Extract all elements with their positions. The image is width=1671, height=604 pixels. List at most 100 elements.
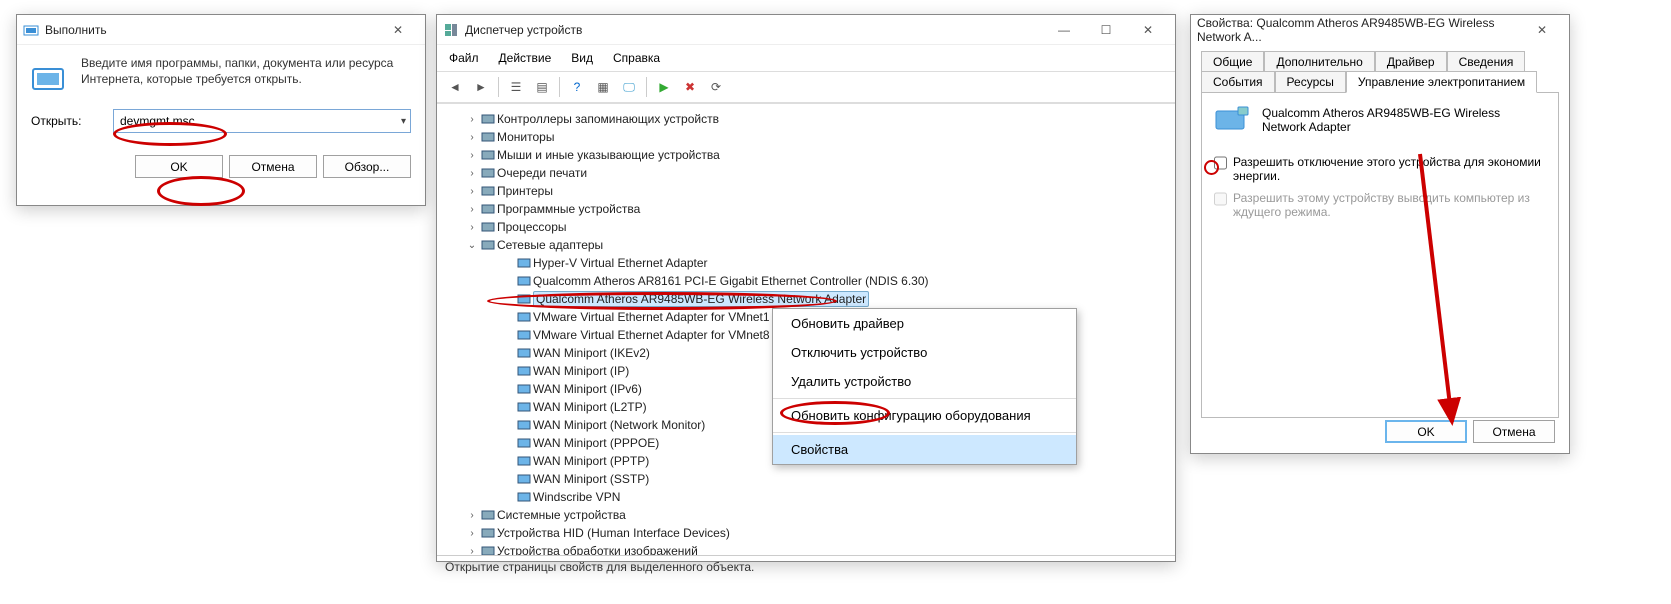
tree-twist-icon[interactable]: › xyxy=(465,222,479,233)
tree-twist-icon[interactable]: ⌄ xyxy=(465,240,479,251)
tree-label: WAN Miniport (IPv6) xyxy=(533,382,642,396)
menu-view[interactable]: Вид xyxy=(567,49,597,67)
tab-resources[interactable]: Ресурсы xyxy=(1275,71,1346,93)
tree-label: VMware Virtual Ethernet Adapter for VMne… xyxy=(533,310,770,324)
enable-icon[interactable]: ▶ xyxy=(652,76,676,98)
ok-button[interactable]: OK xyxy=(135,155,223,178)
tree-label: Устройства обработки изображений xyxy=(497,544,698,555)
tab-details[interactable]: Сведения xyxy=(1447,51,1526,72)
tree-node[interactable]: Qualcomm Atheros AR8161 PCI-E Gigabit Et… xyxy=(443,272,1175,290)
run-dialog: Выполнить ✕ Введите имя программы, папки… xyxy=(16,14,426,206)
tree-label: WAN Miniport (L2TP) xyxy=(533,400,647,414)
device-icon xyxy=(515,418,533,432)
ctx-update-driver[interactable]: Обновить драйвер xyxy=(773,309,1076,338)
checkbox-input xyxy=(1214,192,1227,206)
tree-twist-icon[interactable]: › xyxy=(465,132,479,143)
device-icon xyxy=(515,346,533,360)
tab-power[interactable]: Управление электропитанием xyxy=(1346,71,1537,93)
run-icon xyxy=(23,22,39,38)
device-icon xyxy=(479,202,497,216)
menu-help[interactable]: Справка xyxy=(609,49,664,67)
back-icon[interactable]: ◄ xyxy=(443,76,467,98)
tree-label: WAN Miniport (SSTP) xyxy=(533,472,649,486)
help-icon[interactable]: ? xyxy=(565,76,589,98)
device-icon xyxy=(479,220,497,234)
chevron-down-icon[interactable]: ▾ xyxy=(401,116,406,127)
tree-label: WAN Miniport (IP) xyxy=(533,364,629,378)
tree-node[interactable]: Qualcomm Atheros AR9485WB-EG Wireless Ne… xyxy=(443,290,1175,308)
tree-node[interactable]: › Мониторы xyxy=(443,128,1175,146)
browse-button[interactable]: Обзор... xyxy=(323,155,411,178)
device-icon xyxy=(479,166,497,180)
menubar: Файл Действие Вид Справка xyxy=(437,45,1175,71)
view-detail-icon[interactable]: ▤ xyxy=(530,76,554,98)
tab-driver[interactable]: Драйвер xyxy=(1375,51,1447,72)
ctx-remove-device[interactable]: Удалить устройство xyxy=(773,367,1076,396)
monitor-icon[interactable]: 🖵 xyxy=(617,76,641,98)
maximize-icon[interactable]: ☐ xyxy=(1085,16,1127,44)
tree-twist-icon[interactable]: › xyxy=(465,114,479,125)
device-name: Qualcomm Atheros AR9485WB-EG Wireless Ne… xyxy=(1262,106,1546,134)
view-list-icon[interactable]: ☰ xyxy=(504,76,528,98)
dm-title: Диспетчер устройств xyxy=(465,23,1043,37)
menu-action[interactable]: Действие xyxy=(495,49,556,67)
cancel-button[interactable]: Отмена xyxy=(1473,420,1555,443)
tabs: Общие Дополнительно Драйвер Сведения Соб… xyxy=(1191,45,1569,92)
tab-general[interactable]: Общие xyxy=(1201,51,1264,72)
device-icon xyxy=(479,526,497,540)
tab-events[interactable]: События xyxy=(1201,71,1275,93)
tree-label: Устройства HID (Human Interface Devices) xyxy=(497,526,730,540)
tree-label: WAN Miniport (IKEv2) xyxy=(533,346,650,360)
device-tree[interactable]: › Контроллеры запоминающих устройств› Мо… xyxy=(437,103,1175,555)
tree-twist-icon[interactable]: › xyxy=(465,510,479,521)
tree-label: Контроллеры запоминающих устройств xyxy=(497,112,719,126)
tree-label: Мониторы xyxy=(497,130,554,144)
tree-node[interactable]: › Принтеры xyxy=(443,182,1175,200)
properties-icon[interactable]: ▦ xyxy=(591,76,615,98)
tree-twist-icon[interactable]: › xyxy=(465,546,479,556)
device-icon xyxy=(515,364,533,378)
ctx-properties[interactable]: Свойства xyxy=(773,435,1076,464)
close-icon[interactable]: ✕ xyxy=(1127,16,1169,44)
device-icon xyxy=(515,274,533,288)
tree-twist-icon[interactable]: › xyxy=(465,186,479,197)
tree-label: Сетевые адаптеры xyxy=(497,238,603,252)
tree-node[interactable]: WAN Miniport (SSTP) xyxy=(443,470,1175,488)
tree-node[interactable]: › Системные устройства xyxy=(443,506,1175,524)
checkbox-input[interactable] xyxy=(1214,156,1227,170)
device-icon xyxy=(515,382,533,396)
forward-icon[interactable]: ► xyxy=(469,76,493,98)
tree-label: Windscribe VPN xyxy=(533,490,620,504)
tree-twist-icon[interactable]: › xyxy=(465,528,479,539)
tree-twist-icon[interactable]: › xyxy=(465,150,479,161)
tree-label: Qualcomm Atheros AR8161 PCI-E Gigabit Et… xyxy=(533,274,929,288)
device-icon xyxy=(479,508,497,522)
menu-file[interactable]: Файл xyxy=(445,49,483,67)
tree-node[interactable]: › Программные устройства xyxy=(443,200,1175,218)
tree-twist-icon[interactable]: › xyxy=(465,168,479,179)
cancel-button[interactable]: Отмена xyxy=(229,155,317,178)
tree-twist-icon[interactable]: › xyxy=(465,204,479,215)
tree-node[interactable]: › Устройства обработки изображений xyxy=(443,542,1175,555)
tree-node[interactable]: › Очереди печати xyxy=(443,164,1175,182)
tree-label: Qualcomm Atheros AR9485WB-EG Wireless Ne… xyxy=(533,291,869,307)
tree-node[interactable]: Hyper-V Virtual Ethernet Adapter xyxy=(443,254,1175,272)
uninstall-icon[interactable]: ⟳ xyxy=(704,76,728,98)
tab-advanced[interactable]: Дополнительно xyxy=(1264,51,1374,72)
close-icon[interactable]: ✕ xyxy=(1521,16,1563,44)
tree-node[interactable]: › Контроллеры запоминающих устройств xyxy=(443,110,1175,128)
ctx-refresh-config[interactable]: Обновить конфигурацию оборудования xyxy=(773,401,1076,430)
ctx-disable-device[interactable]: Отключить устройство xyxy=(773,338,1076,367)
tree-node[interactable]: › Мыши и иные указывающие устройства xyxy=(443,146,1175,164)
checkbox-allow-turnoff[interactable]: Разрешить отключение этого устройства дл… xyxy=(1214,155,1546,183)
open-input[interactable]: devmgmt.msc ▾ xyxy=(113,109,411,133)
device-icon xyxy=(479,130,497,144)
ok-button[interactable]: OK xyxy=(1385,420,1467,443)
close-icon[interactable]: ✕ xyxy=(377,16,419,44)
tree-node[interactable]: Windscribe VPN xyxy=(443,488,1175,506)
tree-node[interactable]: ⌄ Сетевые адаптеры xyxy=(443,236,1175,254)
tree-node[interactable]: › Процессоры xyxy=(443,218,1175,236)
tree-node[interactable]: › Устройства HID (Human Interface Device… xyxy=(443,524,1175,542)
disable-icon[interactable]: ✖ xyxy=(678,76,702,98)
minimize-icon[interactable]: — xyxy=(1043,16,1085,44)
